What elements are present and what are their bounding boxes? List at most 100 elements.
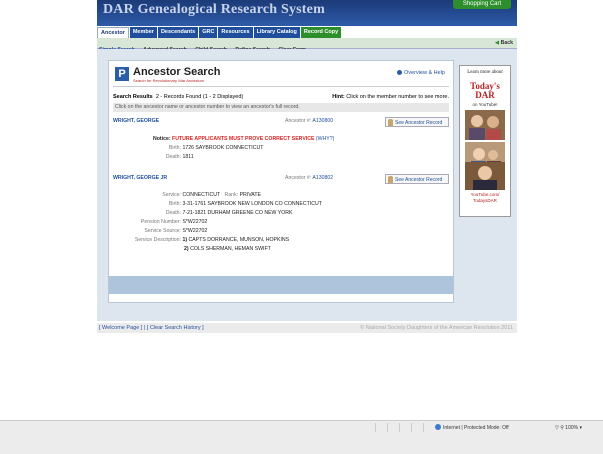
service-source-label: Service Source: (144, 228, 181, 234)
ancestor-number-link[interactable]: A130802 (312, 175, 333, 181)
service-description-row: Service Description: 1) CAPTS DORRANCE, … (113, 237, 289, 243)
service-description-number: 2) (184, 246, 189, 252)
record-header: WRIGHT, GEORGE JR Ancestor #: A130802 Se… (113, 174, 449, 184)
tab-ancestor[interactable]: Ancestor (97, 27, 129, 38)
birth-label: Birth: (168, 201, 181, 207)
back-button[interactable]: ◀ Back (495, 38, 513, 48)
hint-label: Hint: (332, 94, 345, 100)
death-row: Death: 7-21-1821 DURHAM GREENE CO NEW YO… (113, 210, 293, 216)
back-arrow-icon: ◀ (495, 40, 500, 46)
service-label: Service: (162, 192, 181, 198)
ancestor-number-link[interactable]: A130800 (312, 118, 333, 124)
security-zone[interactable]: Internet | Protected Mode: Off (435, 421, 509, 435)
tab-record-copy[interactable]: Record Copy (300, 27, 342, 38)
service-source-value: S*W22702 (182, 228, 208, 234)
ad-photo (465, 162, 505, 190)
hint-body: Click on the member number to see more. (346, 94, 449, 100)
site-header: DAR Genealogical Research System Shoppin… (97, 0, 517, 26)
pension-value: S*W22702 (182, 219, 208, 225)
footer-copyright: © National Society Daughters of the Amer… (360, 325, 513, 331)
see-ancestor-record-button[interactable]: See Ancestor Record (385, 174, 449, 184)
security-zone-label: Internet | Protected Mode: Off (443, 425, 509, 431)
zoom-icon: ⚲ (560, 425, 564, 431)
ad-brand-line-2: DAR (475, 90, 495, 100)
sub-navigation: Simple Search Advanced Search Child Sear… (97, 38, 517, 53)
ad-brand: Today's DAR (460, 82, 510, 100)
page-title: Ancestor Search (133, 66, 221, 78)
hint-text: Hint: Click on the member number to see … (332, 93, 449, 102)
ancestor-record: WRIGHT, GEORGE Ancestor #: A130800 See A… (113, 117, 449, 177)
main-content: P Ancestor Search Search for Revolutiona… (97, 49, 517, 321)
todays-dar-youtube-ad[interactable]: Learn more about Today's DAR on YouTube! … (459, 65, 511, 217)
browser-status-bar: Internet | Protected Mode: Off ▽ ⚲ 100% … (0, 420, 603, 435)
service-description-row: 2) COLS SHERMAN, HEMAN SWIFT (184, 246, 271, 252)
ad-url-line-1: YouTube.com/ (470, 192, 500, 197)
tab-library-catalog[interactable]: Library Catalog (253, 27, 300, 38)
see-ancestor-record-label: See Ancestor Record (395, 177, 443, 183)
service-source-row: Service Source: S*W22702 (113, 228, 207, 234)
rank-label: Rank: (224, 192, 239, 198)
ad-photo (465, 110, 505, 140)
help-icon (397, 70, 403, 75)
site-title[interactable]: DAR Genealogical Research System (103, 2, 325, 18)
notice-row: Notice: FUTURE APPLICANTS MUST PROVE COR… (153, 136, 334, 142)
death-row: Death: 1811 (153, 154, 194, 160)
see-ancestor-record-label: See Ancestor Record (395, 120, 443, 126)
service-row: Service: CONNECTICUT Rank: PRIVATE (113, 192, 261, 198)
ad-url-line-2: TodaysDAR (473, 198, 497, 203)
footer-links[interactable]: [ Welcome Page ] | [ Clear Search Histor… (99, 323, 204, 333)
page-wrapper: DAR Genealogical Research System Shoppin… (97, 0, 517, 340)
ad-learn-more: Learn more about (467, 70, 503, 75)
page-subtitle: Search for Revolutionary War Ancestors (133, 78, 204, 83)
ancestor-number-label: Ancestor #: (285, 118, 312, 124)
service-description-item: CAPTS DORRANCE, MUNSON, HOPKINS (188, 237, 290, 243)
death-value: 1811 (182, 154, 194, 160)
status-segment (411, 423, 423, 432)
browser-bottom-frame (0, 435, 603, 454)
notice-text: FUTURE APPLICANTS MUST PROVE CORRECT SER… (172, 136, 315, 142)
birth-value: 3-31-1761 SAYBROOK NEW LONDON CO CONNECT… (182, 201, 322, 207)
service-value: CONNECTICUT (182, 192, 221, 198)
ancestor-record: WRIGHT, GEORGE JR Ancestor #: A130802 Se… (113, 174, 449, 264)
ancestor-number: Ancestor #: A130802 (285, 175, 333, 181)
death-label: Death: (165, 154, 181, 160)
pension-label: Pension Number: (140, 219, 181, 225)
zoom-level: 100% (565, 425, 579, 431)
ad-youtube-url: YouTube.com/TodaysDAR (460, 192, 510, 204)
results-summary: Search Results 2 - Records Found (1 - 2 … (113, 93, 449, 102)
results-count: 2 - Records Found (1 - 2 Displayed) (155, 94, 244, 100)
shopping-cart-button[interactable]: Shopping Cart (453, 0, 511, 9)
status-segment (387, 423, 399, 432)
rank-value: PRIVATE (239, 192, 261, 198)
page-footer: [ Welcome Page ] | [ Clear Search Histor… (97, 323, 517, 333)
main-tabs: Ancestor Member Descendants GRC Resource… (97, 27, 342, 38)
ancestor-name-link[interactable]: WRIGHT, GEORGE (113, 118, 159, 124)
tab-descendants[interactable]: Descendants (157, 27, 199, 38)
notice-why-link[interactable]: (WHY?) (316, 136, 334, 142)
tab-grc[interactable]: GRC (199, 27, 218, 38)
birth-value: 1726 SAYBROOK CONNECTICUT (182, 145, 264, 151)
globe-icon (435, 424, 441, 430)
zoom-control[interactable]: ▽ ⚲ 100% ▾ (555, 421, 582, 435)
back-label: Back (500, 40, 513, 46)
birth-label: Birth: (168, 145, 181, 151)
overview-help-label: Overview & Help (404, 70, 445, 76)
search-panel: P Ancestor Search Search for Revolutiona… (108, 60, 454, 303)
ancestor-number: Ancestor #: A130800 (285, 118, 333, 124)
panel-header: P Ancestor Search Search for Revolutiona… (113, 66, 449, 87)
record-icon (388, 119, 393, 126)
ad-on-youtube: on YouTube! (472, 102, 498, 107)
panel-footer-bar (109, 276, 453, 294)
ancestor-name-link[interactable]: WRIGHT, GEORGE JR (113, 175, 167, 181)
service-description-number: 1) (182, 237, 188, 243)
instruction-strip: Click on the ancestor name or ancestor n… (113, 103, 449, 112)
status-segment (375, 423, 387, 432)
status-segment (423, 423, 435, 432)
see-ancestor-record-button[interactable]: See Ancestor Record (385, 117, 449, 127)
service-description-item: COLS SHERMAN, HEMAN SWIFT (190, 246, 271, 252)
tab-resources[interactable]: Resources (218, 27, 253, 38)
tab-member[interactable]: Member (129, 27, 157, 38)
overview-help-link[interactable]: Overview & Help (397, 70, 445, 76)
birth-row: Birth: 3-31-1761 SAYBROOK NEW LONDON CO … (113, 201, 322, 207)
ancestor-number-label: Ancestor #: (285, 175, 312, 181)
